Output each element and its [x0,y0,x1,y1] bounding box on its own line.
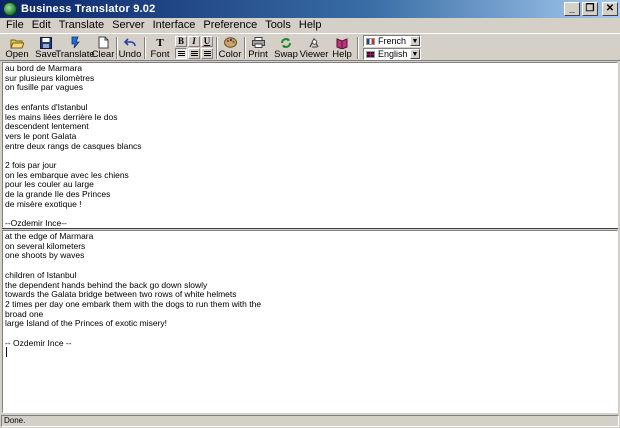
minimize-button[interactable]: _ [564,2,580,16]
swap-button[interactable]: Swap [274,35,298,61]
chevron-down-icon[interactable]: ▼ [410,49,420,59]
translate-button[interactable]: Translate [55,35,95,61]
align-right-button[interactable] [201,48,213,59]
align-center-icon [191,51,198,57]
help-label: Help [332,49,352,60]
menu-help[interactable]: Help [295,18,326,33]
menu-tools[interactable]: Tools [261,18,295,33]
palette-icon [222,36,238,49]
save-label: Save [35,49,57,60]
status-text: Done. [4,416,26,425]
text-caret [6,347,7,357]
bold-button[interactable]: B [175,36,187,47]
swap-label: Swap [274,49,298,60]
source-text: au bord de Marmara sur plusieurs kilomèt… [5,63,142,228]
menu-edit[interactable]: Edit [28,18,55,33]
folder-open-icon [9,36,25,49]
help-button[interactable]: Help [331,35,353,61]
underline-button[interactable]: U [201,36,213,47]
font-icon: T [156,36,164,49]
color-label: Color [218,49,242,60]
viewer-button[interactable]: Viewer [299,35,329,61]
uk-flag-icon [366,50,375,58]
window-controls: _ ❐ ✕ [564,2,618,16]
title-bar[interactable]: Business Translator 9.02 _ ❐ ✕ [0,0,620,18]
help-book-icon [334,36,350,49]
font-button[interactable]: T Font [149,35,171,61]
printer-icon [250,36,266,49]
source-language-value: French [378,36,407,46]
color-button[interactable]: Color [219,35,241,61]
viewer-icon [306,36,322,49]
source-language-select[interactable]: French ▼ [363,35,421,47]
print-button[interactable]: Print [247,35,269,61]
status-bar: Done. [1,415,619,427]
toolbar-separator [357,37,359,59]
clear-button[interactable]: Clear [92,35,114,61]
italic-button[interactable]: I [188,36,200,47]
print-label: Print [248,49,268,60]
viewer-label: Viewer [299,49,329,60]
menu-server[interactable]: Server [108,18,148,33]
clear-label: Clear [91,49,115,60]
menu-bar: File Edit Translate Server Interface Pre… [0,18,620,33]
align-right-icon [204,51,211,57]
floppy-disk-icon [38,36,54,49]
menu-file[interactable]: File [2,18,28,33]
chevron-down-icon[interactable]: ▼ [410,36,420,46]
align-left-button[interactable] [175,48,187,59]
clear-page-icon [95,36,111,49]
target-language-value: English [378,49,408,59]
menu-interface[interactable]: Interface [149,18,200,33]
swap-arrows-icon [278,36,294,49]
undo-button[interactable]: Undo [119,35,141,61]
menu-preference[interactable]: Preference [199,18,261,33]
translate-icon [67,36,83,49]
open-button[interactable]: Open [4,35,30,61]
toolbar: Open Save Translate Clear Undo T Font B … [0,33,620,61]
translate-label: Translate [55,49,95,60]
app-globe-icon [3,2,17,16]
undo-label: Undo [118,49,142,60]
toolbar-separator [244,37,246,59]
source-text-area[interactable]: au bord de Marmara sur plusieurs kilomèt… [2,62,618,228]
restore-button[interactable]: ❐ [582,2,598,16]
window-title: Business Translator 9.02 [21,3,156,15]
align-center-button[interactable] [188,48,200,59]
translation-text: at the edge of Marmara on several kilome… [5,231,262,348]
menu-translate[interactable]: Translate [55,18,108,33]
target-language-select[interactable]: English ▼ [363,48,421,60]
font-label: Font [150,49,170,60]
undo-arrow-icon [122,36,138,49]
align-left-icon [178,51,185,57]
close-button[interactable]: ✕ [602,2,618,16]
toolbar-separator [144,37,146,59]
france-flag-icon [366,37,375,45]
open-label: Open [5,49,29,60]
translation-text-area[interactable]: at the edge of Marmara on several kilome… [2,230,618,413]
